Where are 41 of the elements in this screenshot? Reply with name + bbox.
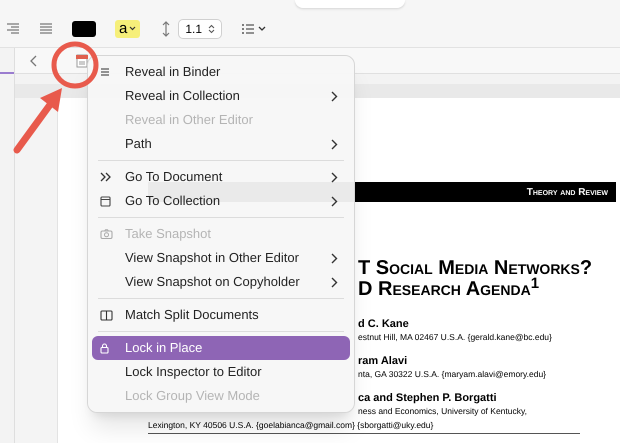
split-view-icon — [100, 310, 113, 320]
menu-item[interactable]: Match Split Documents — [92, 303, 350, 327]
author-name: ram Alavi — [358, 355, 408, 368]
list-style-button[interactable] — [241, 22, 266, 34]
pdf-document-icon[interactable] — [76, 54, 88, 68]
menu-item[interactable]: Lock in Place — [92, 336, 350, 360]
binder-icon — [100, 67, 110, 77]
back-chevron-icon[interactable] — [30, 54, 38, 66]
menu-item[interactable]: Path — [92, 132, 350, 156]
menu-item[interactable]: View Snapshot in Other Editor — [92, 246, 350, 270]
author-address: estnut Hill, MA 02467 U.S.A. {gerald.kane@bc.edu} — [358, 332, 553, 343]
window-icon — [100, 196, 111, 206]
menu-item[interactable]: Reveal in Binder — [92, 60, 350, 84]
highlight-button[interactable]: a — [115, 20, 140, 38]
caret-icon — [129, 26, 136, 31]
text-color-button[interactable] — [72, 20, 96, 36]
list-icon — [241, 22, 256, 34]
lock-icon — [100, 342, 109, 354]
camera-icon — [100, 229, 113, 239]
author-address: nta, GA 30322 U.S.A. {maryam.alavi@emory.edu} — [358, 369, 548, 380]
caret-icon — [258, 26, 266, 32]
author-address: ness and Economics, University of Kentucky, — [358, 406, 528, 417]
author-address: Lexington, KY 40506 U.S.A. {goelabianca@gmail.com} {sborgatti@uky.edu} — [148, 420, 434, 431]
banner-text: Theory and Review — [526, 186, 608, 200]
stepper-arrows-icon — [208, 24, 216, 34]
double-chevron-icon — [100, 172, 112, 182]
line-spacing-icon[interactable] — [161, 20, 172, 36]
title-line: D Research Agenda$^{1}$ — [358, 279, 540, 300]
menu-item[interactable]: Go To Document — [92, 165, 350, 189]
justify-icon[interactable] — [39, 22, 53, 34]
annotation-arrow — [14, 88, 62, 154]
author-name: d C. Kane — [358, 318, 410, 331]
menu-item[interactable]: Lock Inspector to Editor — [92, 360, 350, 384]
annotation-circle — [52, 42, 98, 88]
title-line: T Social Media Networks? — [358, 258, 594, 279]
author-name: ca and Stephen P. Borgatti — [358, 392, 498, 405]
align-right-icon[interactable] — [6, 22, 20, 34]
menu-item[interactable]: Go To Collection — [92, 189, 350, 213]
menu-item[interactable]: Reveal in Collection — [92, 84, 350, 108]
menu-item[interactable]: View Snapshot on Copyholder — [92, 270, 350, 294]
line-spacing-stepper[interactable]: 1.1 — [178, 18, 222, 38]
